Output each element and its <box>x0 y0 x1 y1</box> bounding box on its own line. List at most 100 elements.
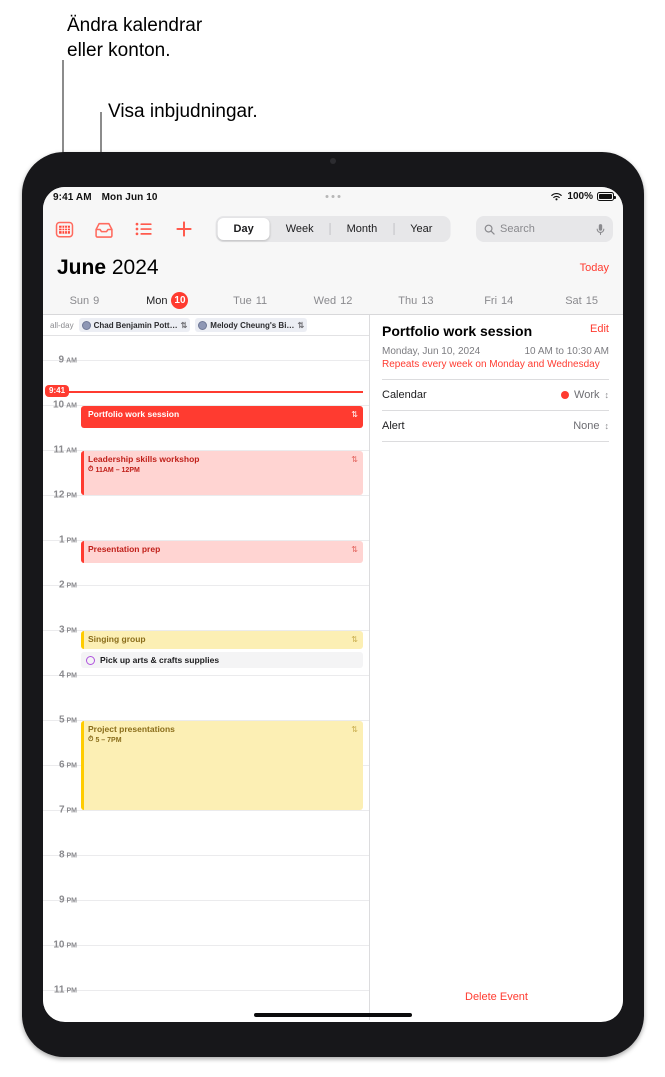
hour-num: 3 <box>58 624 65 636</box>
hour-num: 11 <box>53 444 65 456</box>
hour-num: 5 <box>58 714 65 726</box>
hour-label-8pm: 8 PM <box>43 850 77 861</box>
weekday-wed[interactable]: Wed 12 <box>292 295 375 307</box>
weekday-sat[interactable]: Sat 15 <box>540 295 623 307</box>
hour-suffix: PM <box>66 492 78 500</box>
inbox-button[interactable] <box>93 218 115 240</box>
detail-row-alert[interactable]: Alert None ↕ <box>382 411 609 442</box>
hour-label-12pm: 12 PM <box>43 490 77 501</box>
hour-suffix: PM <box>66 717 78 725</box>
hour-num: 1 <box>58 534 65 546</box>
hour-label-9pm: 9 PM <box>43 895 77 906</box>
delete-event-button[interactable]: Delete Event <box>370 991 623 1003</box>
weekday-sat-num: 15 <box>585 294 598 307</box>
detail-row-calendar[interactable]: Calendar Work ↕ <box>382 380 609 411</box>
repeat-icon: ⇅ <box>180 320 188 330</box>
year-label: 2024 <box>111 256 159 279</box>
today-button[interactable]: Today <box>580 262 609 274</box>
chevron-updown-icon: ↕ <box>604 420 610 431</box>
event-portfolio-work-session[interactable]: Portfolio work session ⇅ <box>81 406 363 428</box>
calendars-icon <box>55 221 73 237</box>
chevron-updown-icon: ↕ <box>604 389 610 400</box>
detail-title-row: Portfolio work session Edit <box>382 323 609 339</box>
tab-day[interactable]: Day <box>217 218 270 240</box>
reminder-pick-up-supplies[interactable]: Pick up arts & crafts supplies <box>81 652 363 668</box>
reminder-title: Pick up arts & crafts supplies <box>100 655 220 665</box>
event-title: Singing group <box>88 634 146 644</box>
repeat-icon: ⇅ <box>351 410 358 419</box>
hour-label-11am: 11 AM <box>43 445 77 456</box>
all-day-event-1[interactable]: Chad Benjamin Pott… ⇅ <box>78 318 191 332</box>
calendars-button[interactable] <box>53 218 75 240</box>
ipad-device-frame: 9:41 AM Mon Jun 10 100% Day Week Month Y… <box>20 151 646 1058</box>
hour-label-10pm: 10 PM <box>43 940 77 951</box>
edit-button[interactable]: Edit <box>590 323 609 335</box>
calendar-color-dot <box>561 390 570 399</box>
repeat-icon: ⇅ <box>351 635 358 644</box>
event-title: Presentation prep <box>88 544 161 554</box>
weekday-fri-name: Fri <box>484 294 498 307</box>
multitask-handle[interactable] <box>325 195 341 198</box>
view-segmented-control[interactable]: Day Week Month Year <box>215 216 451 242</box>
weekday-strip: Sun 9 Mon 10 Tue 11 Wed 12 Thu 13 Fri 14… <box>43 287 623 315</box>
add-event-button[interactable] <box>173 218 195 240</box>
hour-suffix: AM <box>66 357 77 365</box>
current-time-line <box>45 391 363 393</box>
event-color-bar <box>81 631 84 649</box>
current-time-label: 9:41 <box>45 385 70 397</box>
weekday-wed-name: Wed <box>313 294 337 307</box>
list-button[interactable] <box>133 218 155 240</box>
tab-year[interactable]: Year <box>394 218 448 240</box>
front-camera <box>330 158 336 164</box>
event-project-presentations[interactable]: Project presentations ⏱ 5 – 7PM ⇅ <box>81 721 363 810</box>
toolbar-icon-group <box>53 218 195 240</box>
timeline-grid[interactable]: 9 AM 10 AM 11 AM 12 PM 1 PM 2 PM 3 PM 4 … <box>43 336 369 1020</box>
events-column: 9:41 Portfolio work session ⇅ Leadership… <box>45 336 363 1020</box>
hour-num: 9 <box>58 354 65 366</box>
weekday-tue[interactable]: Tue 11 <box>209 295 292 307</box>
event-leadership-skills-workshop[interactable]: Leadership skills workshop ⏱ 11AM – 12PM … <box>81 451 363 495</box>
hour-label-10am: 10 AM <box>43 400 77 411</box>
event-presentation-prep[interactable]: Presentation prep ⇅ <box>81 541 363 563</box>
status-time: 9:41 AM <box>53 192 92 203</box>
search-field[interactable]: Search <box>476 216 613 242</box>
weekday-thu[interactable]: Thu 13 <box>374 295 457 307</box>
tab-day-label: Day <box>233 223 254 235</box>
reminder-circle-icon[interactable] <box>86 655 95 665</box>
hour-suffix: AM <box>66 402 77 410</box>
status-right: 100% <box>550 191 616 202</box>
detail-row-alert-value: None <box>573 419 600 432</box>
list-icon <box>135 222 152 236</box>
weekday-tue-num: 11 <box>255 294 268 307</box>
hour-label-2pm: 2 PM <box>43 580 77 591</box>
hour-suffix: PM <box>66 807 78 815</box>
battery-icon <box>597 192 616 201</box>
hour-num: 10 <box>52 399 65 411</box>
hour-label-3pm: 3 PM <box>43 625 77 636</box>
hour-num: 12 <box>53 489 65 501</box>
all-day-event-1-title: Chad Benjamin Pott… <box>93 320 178 330</box>
hour-num: 7 <box>58 804 65 816</box>
detail-repeat: Repeats every week on Monday and Wednesd… <box>382 359 600 370</box>
hour-num: 8 <box>58 849 65 861</box>
status-bar: 9:41 AM Mon Jun 10 100% <box>43 187 623 209</box>
weekday-fri[interactable]: Fri 14 <box>457 295 540 307</box>
repeat-icon: ⇅ <box>351 455 358 464</box>
weekday-mon[interactable]: Mon 10 <box>126 292 209 309</box>
detail-row-calendar-value-group: Work ↕ <box>561 389 609 401</box>
microphone-icon[interactable] <box>596 223 605 236</box>
event-singing-group[interactable]: Singing group ⇅ <box>81 631 363 649</box>
tab-month[interactable]: Month <box>331 218 394 240</box>
weekday-sun[interactable]: Sun 9 <box>43 295 126 307</box>
hour-num: 6 <box>58 759 65 771</box>
home-indicator[interactable] <box>254 1013 412 1017</box>
weekday-sat-name: Sat <box>565 294 582 307</box>
hour-suffix: PM <box>66 762 78 770</box>
all-day-event-2[interactable]: Melody Cheung's Bi… ⇅ <box>195 318 308 332</box>
avatar <box>81 320 91 330</box>
hour-label-1pm: 1 PM <box>43 535 77 546</box>
event-title: Leadership skills workshop <box>88 454 200 464</box>
hour-num: 2 <box>58 579 65 591</box>
hour-suffix: PM <box>66 852 78 860</box>
tab-week[interactable]: Week <box>270 218 330 240</box>
